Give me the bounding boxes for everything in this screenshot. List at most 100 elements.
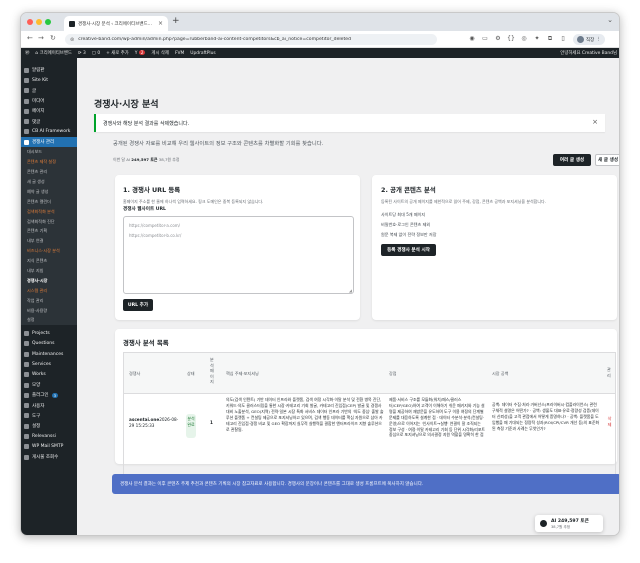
back-icon[interactable]: ← <box>27 34 33 42</box>
sidebar-item[interactable]: 설정 <box>21 421 77 431</box>
header-competitor: 경쟁사 <box>129 371 141 376</box>
menu-item-icon <box>24 372 29 378</box>
sidebar-subitem[interactable]: 검색최적화 분석 <box>21 206 77 217</box>
resize-handle-icon[interactable]: ◢ <box>349 288 352 293</box>
extension-icon[interactable]: ⚙ <box>494 35 502 43</box>
sidebar-item-label: 시스템 관리 <box>27 287 48 293</box>
sidebar-subitem[interactable]: 설정 <box>21 315 77 326</box>
sidebar-subitem[interactable]: 작업 관리 <box>21 295 77 306</box>
site-info-icon[interactable]: ⊜ <box>70 37 74 43</box>
usage-summary: 이번 달 AI 249,597 토큰 38,7원 추정 <box>113 157 179 163</box>
browser-window: 경쟁사·시장 분석 ‹ 크리에이티브밴드... × + ⌄ ← → ↻ ⊜ cr… <box>20 12 620 536</box>
sidebar-item[interactable]: Site Kit <box>21 75 77 85</box>
sidebar-icon[interactable]: ▯ <box>559 35 567 43</box>
updates-link[interactable]: ⟳ 3 <box>78 51 86 56</box>
menu-item-icon <box>24 454 29 460</box>
sidebar-subitem[interactable]: 콘텐츠 관리 <box>21 167 77 178</box>
sidebar-subitem[interactable]: 콘텐츠 제작 설정 <box>21 157 77 168</box>
info-bar: 경쟁사 분석 결과는 이후 콘텐츠 주제 추천과 콘텐츠 기획의 시장 참고자료… <box>112 474 619 494</box>
sidebar-subitem[interactable]: 지식 콘텐츠 <box>21 256 77 267</box>
extension-icon[interactable]: ◉ <box>468 35 476 43</box>
sidebar-item[interactable]: 모양 <box>21 380 77 390</box>
chevron-down-icon[interactable]: ⌄ <box>607 16 613 24</box>
sidebar-subitem[interactable]: 검색최적화 진단 <box>21 216 77 227</box>
dismiss-notice-icon[interactable]: × <box>592 118 598 126</box>
sidebar-item[interactable]: 사용자 <box>21 400 77 410</box>
sidebar-subitem[interactable]: 콘텐츠 캘린더 <box>21 196 77 207</box>
account-greeting[interactable]: 안녕하세요 Creative Band님 <box>560 50 617 56</box>
sidebar-item-label: 댓글 <box>32 119 41 125</box>
sidebar-subitem[interactable]: 비즈니스·시장 분석 <box>21 246 77 257</box>
sidebar-item[interactable]: 경쟁사 관리 <box>21 137 77 148</box>
sidebar-subitem[interactable]: 비용·사용량 <box>21 305 77 316</box>
close-window-button[interactable] <box>27 19 33 25</box>
multi-post-button[interactable]: 여러 글 생성 <box>553 154 591 166</box>
sidebar-item[interactable]: Relevanssi <box>21 431 77 441</box>
delete-link[interactable]: 삭제 <box>607 416 612 428</box>
sidebar-item-label: 플러그인 <box>32 393 49 399</box>
start-analysis-button[interactable]: 등록 경쟁사 분석 시작 <box>381 244 436 256</box>
sidebar-item[interactable]: CB AI Framework <box>21 127 77 137</box>
add-url-button[interactable]: URL 추가 <box>123 299 153 311</box>
sidebar-item[interactable]: 게시물 조회수 <box>21 452 77 462</box>
fvm-link[interactable]: FVM <box>175 51 184 56</box>
sidebar-item[interactable]: Services <box>21 359 77 369</box>
site-name-link[interactable]: ⌂ 크리에이티브밴드 <box>35 50 72 56</box>
sidebar-item[interactable]: 도구 <box>21 411 77 421</box>
competitor-url-textarea[interactable]: https://competitor-a.com/ https://compet… <box>123 216 354 294</box>
sidebar-item[interactable]: 플러그인 3 <box>21 390 77 400</box>
sidebar-subitem[interactable]: 콘텐츠 기획 <box>21 226 77 237</box>
tab-close-icon[interactable]: × <box>158 20 163 27</box>
sidebar-item-label: 내부 지침 <box>27 268 44 273</box>
sidebar-item[interactable]: Works <box>21 370 77 380</box>
sidebar-subitem[interactable]: 경쟁사·시장 <box>21 275 77 286</box>
wordpress-logo-icon[interactable]: Ⓦ <box>25 50 29 56</box>
sidebar-item[interactable]: WP Mail SMTP <box>21 442 77 452</box>
rule-line: 비밀번호·로그인 콘텐츠 제외 <box>381 222 431 227</box>
new-post-button[interactable]: 새 글 생성 <box>595 154 619 166</box>
post-view-link[interactable]: 게시 삭제 <box>151 50 169 56</box>
screen-share-icon[interactable]: ▭ <box>481 35 489 43</box>
sidebar-subitem[interactable]: 내부 지침 <box>21 266 77 276</box>
comments-link[interactable]: ▢ 0 <box>92 51 100 56</box>
yoast-link[interactable]: Y 2 <box>135 50 146 56</box>
reload-icon[interactable]: ↻ <box>50 34 56 42</box>
sidebar-item-label: 글 <box>32 88 37 94</box>
sidebar-item[interactable]: 댓글 <box>21 116 77 126</box>
sidebar-item[interactable]: 미디어 <box>21 96 77 106</box>
sidebar-item[interactable]: 알림판 <box>21 65 77 75</box>
sidebar-subitem[interactable]: 새 글 생성 <box>21 177 77 187</box>
sidebar-item-label: 콘텐츠 기획 <box>27 228 48 234</box>
browser-tab[interactable]: 경쟁사·시장 분석 ‹ 크리에이티브밴드... × <box>64 16 168 31</box>
menu-item-icon <box>24 382 29 388</box>
sidebar-item[interactable]: 글 <box>21 86 77 96</box>
wordpress-favicon-icon <box>69 20 75 27</box>
code-icon[interactable]: {} <box>507 35 515 43</box>
sidebar-subitem[interactable]: 시스템 관리 <box>21 285 77 296</box>
header-status: 상태 <box>187 371 195 376</box>
profile-button[interactable]: 직장 ⋮ <box>573 34 605 45</box>
sidebar-subitem[interactable]: 대시보드 <box>21 147 77 158</box>
forward-icon[interactable]: → <box>38 34 44 42</box>
extension-icon[interactable]: ✦ <box>533 35 541 43</box>
new-content-link[interactable]: + 새로 추가 <box>106 50 129 56</box>
sidebar-item[interactable]: Questions <box>21 339 77 349</box>
url-bar[interactable]: ⊜ creative-band.com/wp-admin/admin.php?p… <box>65 34 437 45</box>
ai-usage-icon <box>540 520 547 527</box>
sidebar-item-label: Relevanssi <box>32 434 56 440</box>
puzzle-icon[interactable]: ⧉ <box>546 35 554 43</box>
sidebar-item-label: Services <box>32 361 51 367</box>
sidebar-item[interactable]: Projects <box>21 328 77 338</box>
extension-icon[interactable]: ◎ <box>520 35 528 43</box>
new-tab-icon[interactable]: + <box>172 16 180 26</box>
maximize-window-button[interactable] <box>45 19 51 25</box>
updraftplus-link[interactable]: UpdraftPlus <box>190 51 215 56</box>
minimize-window-button[interactable] <box>36 19 42 25</box>
menu-item-icon <box>24 77 29 83</box>
sidebar-item[interactable]: 페이지 <box>21 106 77 116</box>
sidebar-item[interactable]: Maintenances <box>21 349 77 359</box>
analysis-table: 경쟁사 상태 분석 페이지 핵심 주제·포지셔닝 강점 시장 공백 관리 asc… <box>123 352 616 476</box>
sidebar-subitem[interactable]: 예약 글 생성 <box>21 186 77 197</box>
success-notice: 경쟁사와 해당 분석 결과를 삭제했습니다. × <box>94 114 605 132</box>
sidebar-subitem[interactable]: 내부 연결 <box>21 236 77 247</box>
